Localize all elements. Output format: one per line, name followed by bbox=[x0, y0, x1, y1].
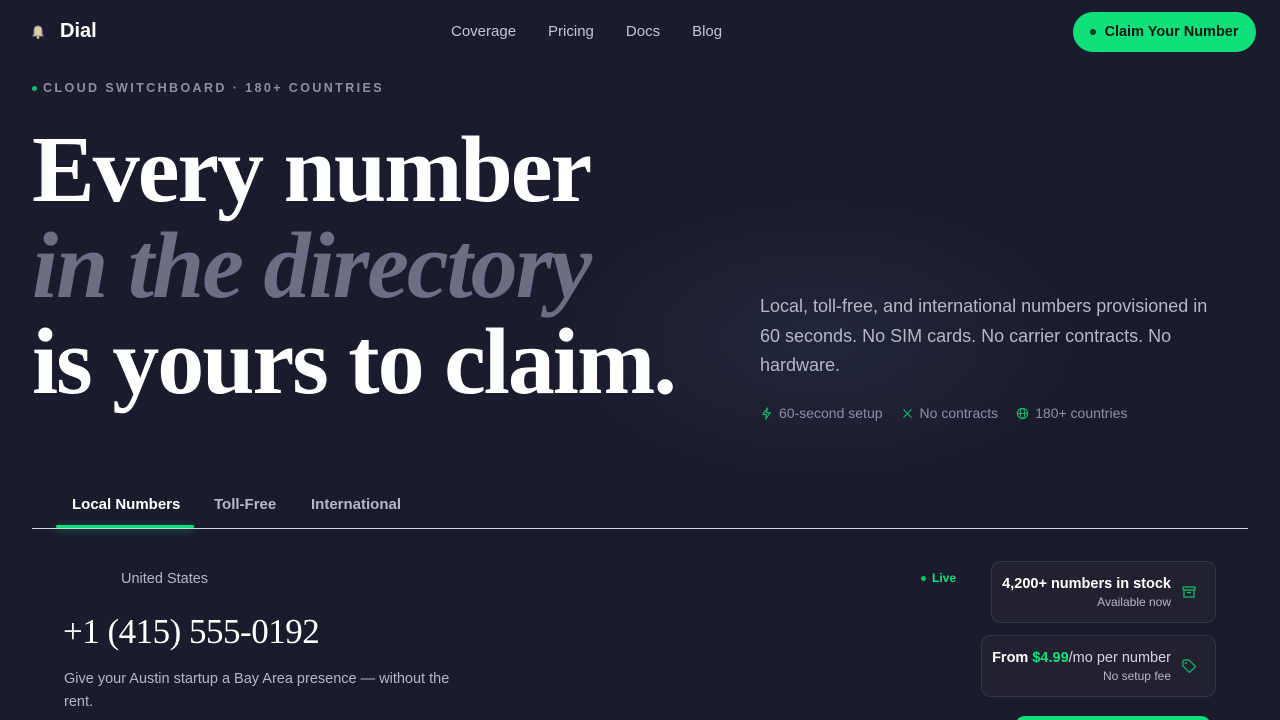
globe-icon bbox=[1016, 407, 1029, 419]
feature-label: 180+ countries bbox=[1035, 405, 1128, 421]
price-sub: No setup fee bbox=[1102, 668, 1171, 683]
price-suffix: /mo per number bbox=[1068, 649, 1171, 666]
brand-name: Dial bbox=[60, 20, 97, 42]
x-icon bbox=[902, 408, 912, 418]
stock-count: 4,200+ numbers in stock bbox=[1002, 575, 1171, 592]
main-nav: Coverage Pricing Docs Blog bbox=[451, 23, 722, 40]
feature-label: No contracts bbox=[919, 405, 999, 421]
status-label: Live bbox=[932, 571, 957, 585]
cta-label: Claim Your Number bbox=[1104, 24, 1239, 40]
bolt-icon bbox=[762, 406, 771, 420]
price-amount: $4.99 bbox=[1032, 649, 1069, 666]
price-prefix: From bbox=[992, 649, 1033, 666]
top-navigation: Dial Coverage Pricing Docs Blog Claim Yo… bbox=[0, 0, 1280, 64]
tag-icon bbox=[1182, 659, 1197, 674]
price-card: From $4.99/mo per number No setup fee bbox=[981, 635, 1216, 697]
hero-eyebrow: CLOUD SWITCHBOARD · 180+ COUNTRIES bbox=[32, 81, 384, 95]
feature-countries: 180+ countries bbox=[1016, 405, 1127, 421]
nav-docs[interactable]: Docs bbox=[626, 23, 660, 40]
feature-contracts: No contracts bbox=[901, 405, 999, 421]
listing-description: Give your Austin startup a Bay Area pres… bbox=[64, 671, 450, 710]
bell-icon bbox=[32, 24, 44, 39]
stock-sub: Available now bbox=[1097, 594, 1171, 609]
hero-headline: Every number in the directory is yours t… bbox=[32, 118, 677, 414]
brand[interactable]: Dial bbox=[30, 20, 97, 43]
headline-line-3: is yours to claim. bbox=[32, 310, 677, 414]
archive-icon bbox=[1182, 586, 1196, 598]
feature-setup: 60-second setup bbox=[760, 405, 883, 421]
status-badge: Live bbox=[921, 571, 956, 585]
phone-number: +1 (415) 555-0192 bbox=[63, 612, 320, 651]
hero-lede: Local, toll-free, and international numb… bbox=[760, 296, 1208, 375]
tab-toll-free[interactable]: Toll-Free bbox=[214, 496, 276, 513]
tab-local-numbers[interactable]: Local Numbers bbox=[72, 496, 180, 513]
feature-list: 60-second setup No contracts 180+ countr… bbox=[760, 405, 1127, 421]
cta-button-partial[interactable] bbox=[1015, 716, 1211, 720]
nav-pricing[interactable]: Pricing bbox=[548, 23, 594, 40]
number-type-tabs: Local Numbers Toll-Free International bbox=[32, 490, 1248, 529]
feature-label: 60-second setup bbox=[779, 405, 883, 421]
listing-country: United States bbox=[121, 571, 209, 587]
active-tab-indicator bbox=[56, 525, 194, 528]
price-line: From $4.99/mo per number bbox=[992, 650, 1171, 666]
eyebrow-text: CLOUD SWITCHBOARD · 180+ COUNTRIES bbox=[43, 81, 384, 95]
live-dot-icon bbox=[921, 575, 926, 581]
nav-coverage[interactable]: Coverage bbox=[451, 23, 516, 40]
nav-blog[interactable]: Blog bbox=[692, 23, 722, 40]
tab-international[interactable]: International bbox=[311, 496, 401, 513]
cta-dot-icon bbox=[1090, 29, 1097, 35]
claim-number-button[interactable]: Claim Your Number bbox=[1073, 12, 1256, 52]
headline-line-2: in the directory bbox=[32, 214, 592, 318]
stock-card: 4,200+ numbers in stock Available now bbox=[991, 561, 1216, 623]
eyebrow-dot-icon bbox=[32, 85, 37, 91]
headline-line-1: Every number bbox=[32, 118, 592, 222]
